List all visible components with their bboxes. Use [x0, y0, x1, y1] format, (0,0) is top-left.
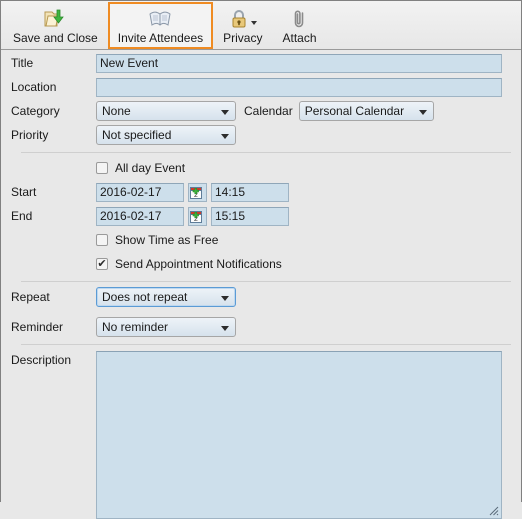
save-and-close-button[interactable]: Save and Close: [3, 2, 108, 49]
all-day-row: All day Event: [11, 157, 511, 179]
folder-save-icon: [43, 6, 67, 31]
all-day-checkbox[interactable]: [96, 162, 108, 174]
invite-attendees-button[interactable]: Invite Attendees: [107, 2, 214, 49]
chevron-down-icon: [221, 110, 229, 115]
start-date-picker-button[interactable]: 2: [188, 182, 207, 202]
end-row: End 2: [11, 205, 511, 227]
calendar-icon: 2: [190, 186, 202, 199]
start-row: Start 2: [11, 181, 511, 203]
title-row: Title: [11, 52, 511, 74]
divider: [21, 152, 511, 153]
reminder-label: Reminder: [11, 320, 64, 334]
send-notifications-row: ✔ Send Appointment Notifications: [11, 253, 511, 275]
chevron-down-icon: [221, 326, 229, 331]
location-row: Location: [11, 76, 511, 98]
repeat-value: Does not repeat: [102, 290, 188, 304]
event-editor-window: Save and Close Invite Attendees Privacy …: [0, 0, 522, 519]
location-input[interactable]: [96, 77, 502, 97]
check-icon: ✔: [97, 257, 107, 270]
reminder-select[interactable]: No reminder: [96, 317, 236, 337]
calendar-icon: 2: [190, 210, 202, 223]
attach-button[interactable]: Attach: [272, 2, 326, 49]
calendar-select[interactable]: Personal Calendar: [298, 101, 434, 121]
privacy-button[interactable]: Privacy: [213, 2, 272, 49]
description-row: Description: [11, 351, 511, 519]
chevron-down-icon: [221, 134, 229, 139]
end-time-input[interactable]: [211, 206, 289, 226]
title-input[interactable]: [96, 53, 502, 73]
event-form: Title Location Category None Calendar Pe…: [1, 50, 521, 519]
attach-label: Attach: [282, 31, 317, 45]
priority-select[interactable]: Not specified: [96, 125, 236, 145]
open-book-icon: [148, 6, 172, 31]
category-label: Category: [11, 104, 60, 118]
divider: [21, 344, 511, 345]
save-and-close-label: Save and Close: [13, 31, 98, 45]
category-value: None: [102, 104, 131, 118]
repeat-label: Repeat: [11, 290, 50, 304]
show-time-as-free-checkbox[interactable]: [96, 234, 108, 246]
start-date-input[interactable]: [96, 182, 184, 202]
priority-value: Not specified: [102, 128, 172, 142]
category-row: Category None Calendar Personal Calendar: [11, 100, 511, 122]
padlock-icon: [229, 6, 257, 31]
calendar-value: Personal Calendar: [304, 104, 405, 118]
invite-attendees-label: Invite Attendees: [117, 31, 204, 45]
calendar-label: Calendar: [244, 104, 293, 118]
end-label: End: [11, 209, 33, 223]
description-label: Description: [11, 353, 72, 367]
all-day-label: All day Event: [115, 161, 186, 175]
chevron-down-icon: [418, 110, 427, 115]
reminder-row: Reminder No reminder: [11, 316, 511, 338]
divider: [21, 281, 511, 282]
privacy-label: Privacy: [223, 31, 263, 45]
location-label: Location: [11, 80, 57, 94]
reminder-value: No reminder: [102, 320, 169, 334]
toolbar: Save and Close Invite Attendees Privacy …: [1, 1, 521, 50]
priority-row: Priority Not specified: [11, 124, 511, 146]
start-label: Start: [11, 185, 37, 199]
description-textarea[interactable]: [96, 351, 502, 519]
privacy-dropdown-caret-icon[interactable]: [250, 21, 257, 25]
repeat-row: Repeat Does not repeat: [11, 286, 511, 308]
priority-label: Priority: [11, 128, 49, 142]
send-notifications-checkbox[interactable]: ✔: [96, 258, 108, 270]
resize-grip-icon[interactable]: [489, 506, 499, 516]
show-free-row: Show Time as Free: [11, 229, 511, 251]
paperclip-icon: [291, 6, 309, 31]
title-label: Title: [11, 56, 34, 70]
end-date-input[interactable]: [96, 206, 184, 226]
send-notifications-label: Send Appointment Notifications: [115, 257, 282, 271]
category-select[interactable]: None: [96, 101, 236, 121]
end-date-picker-button[interactable]: 2: [188, 206, 207, 226]
chevron-down-icon: [221, 296, 229, 301]
repeat-select[interactable]: Does not repeat: [96, 287, 236, 307]
start-time-input[interactable]: [211, 182, 289, 202]
show-time-as-free-label: Show Time as Free: [115, 233, 219, 247]
